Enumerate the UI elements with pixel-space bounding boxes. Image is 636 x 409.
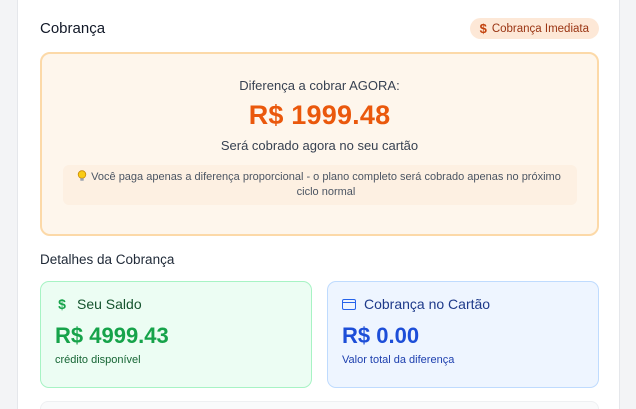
proration-tip: Você paga apenas a diferença proporciona…: [62, 165, 577, 205]
next-details-card: [40, 401, 599, 409]
balance-value: R$ 4999.43: [55, 323, 169, 348]
billing-card: Cobrança $ Cobrança Imediata Diferença a…: [17, 0, 620, 409]
billing-header: Cobrança $ Cobrança Imediata: [40, 18, 599, 39]
card-charge-card: Cobrança no Cartão R$ 0.00 Valor total d…: [327, 281, 599, 388]
balance-label: Seu Saldo: [77, 296, 142, 312]
amount-due-label: Diferença a cobrar AGORA:: [239, 78, 400, 93]
lightbulb-icon: [77, 170, 87, 187]
credit-card-icon: [342, 298, 356, 310]
amount-due-value: R$ 1999.48: [248, 100, 391, 130]
amount-due-subtitle: Será cobrado agora no seu cartão: [220, 138, 419, 153]
balance-card-header: $ Seu Saldo: [55, 296, 297, 312]
balance-caption: crédito disponível: [55, 354, 141, 366]
dollar-icon: $: [479, 21, 487, 36]
card-charge-value: R$ 0.00: [342, 323, 420, 348]
card-charge-header: Cobrança no Cartão: [342, 296, 584, 312]
card-charge-caption: Valor total da diferença: [342, 354, 455, 366]
proration-tip-text: Você paga apenas a diferença proporciona…: [91, 171, 561, 198]
dollar-icon: $: [58, 296, 66, 312]
badge-label: Cobrança Imediata: [491, 22, 589, 35]
amount-due-panel: Diferença a cobrar AGORA: R$ 1999.48 Ser…: [40, 52, 599, 236]
immediate-charge-badge: $ Cobrança Imediata: [469, 18, 599, 39]
details-title: Detalhes da Cobrança: [40, 252, 175, 267]
balance-card: $ Seu Saldo R$ 4999.43 crédito disponíve…: [40, 281, 312, 388]
billing-title: Cobrança: [40, 20, 106, 37]
card-charge-label: Cobrança no Cartão: [364, 296, 491, 312]
